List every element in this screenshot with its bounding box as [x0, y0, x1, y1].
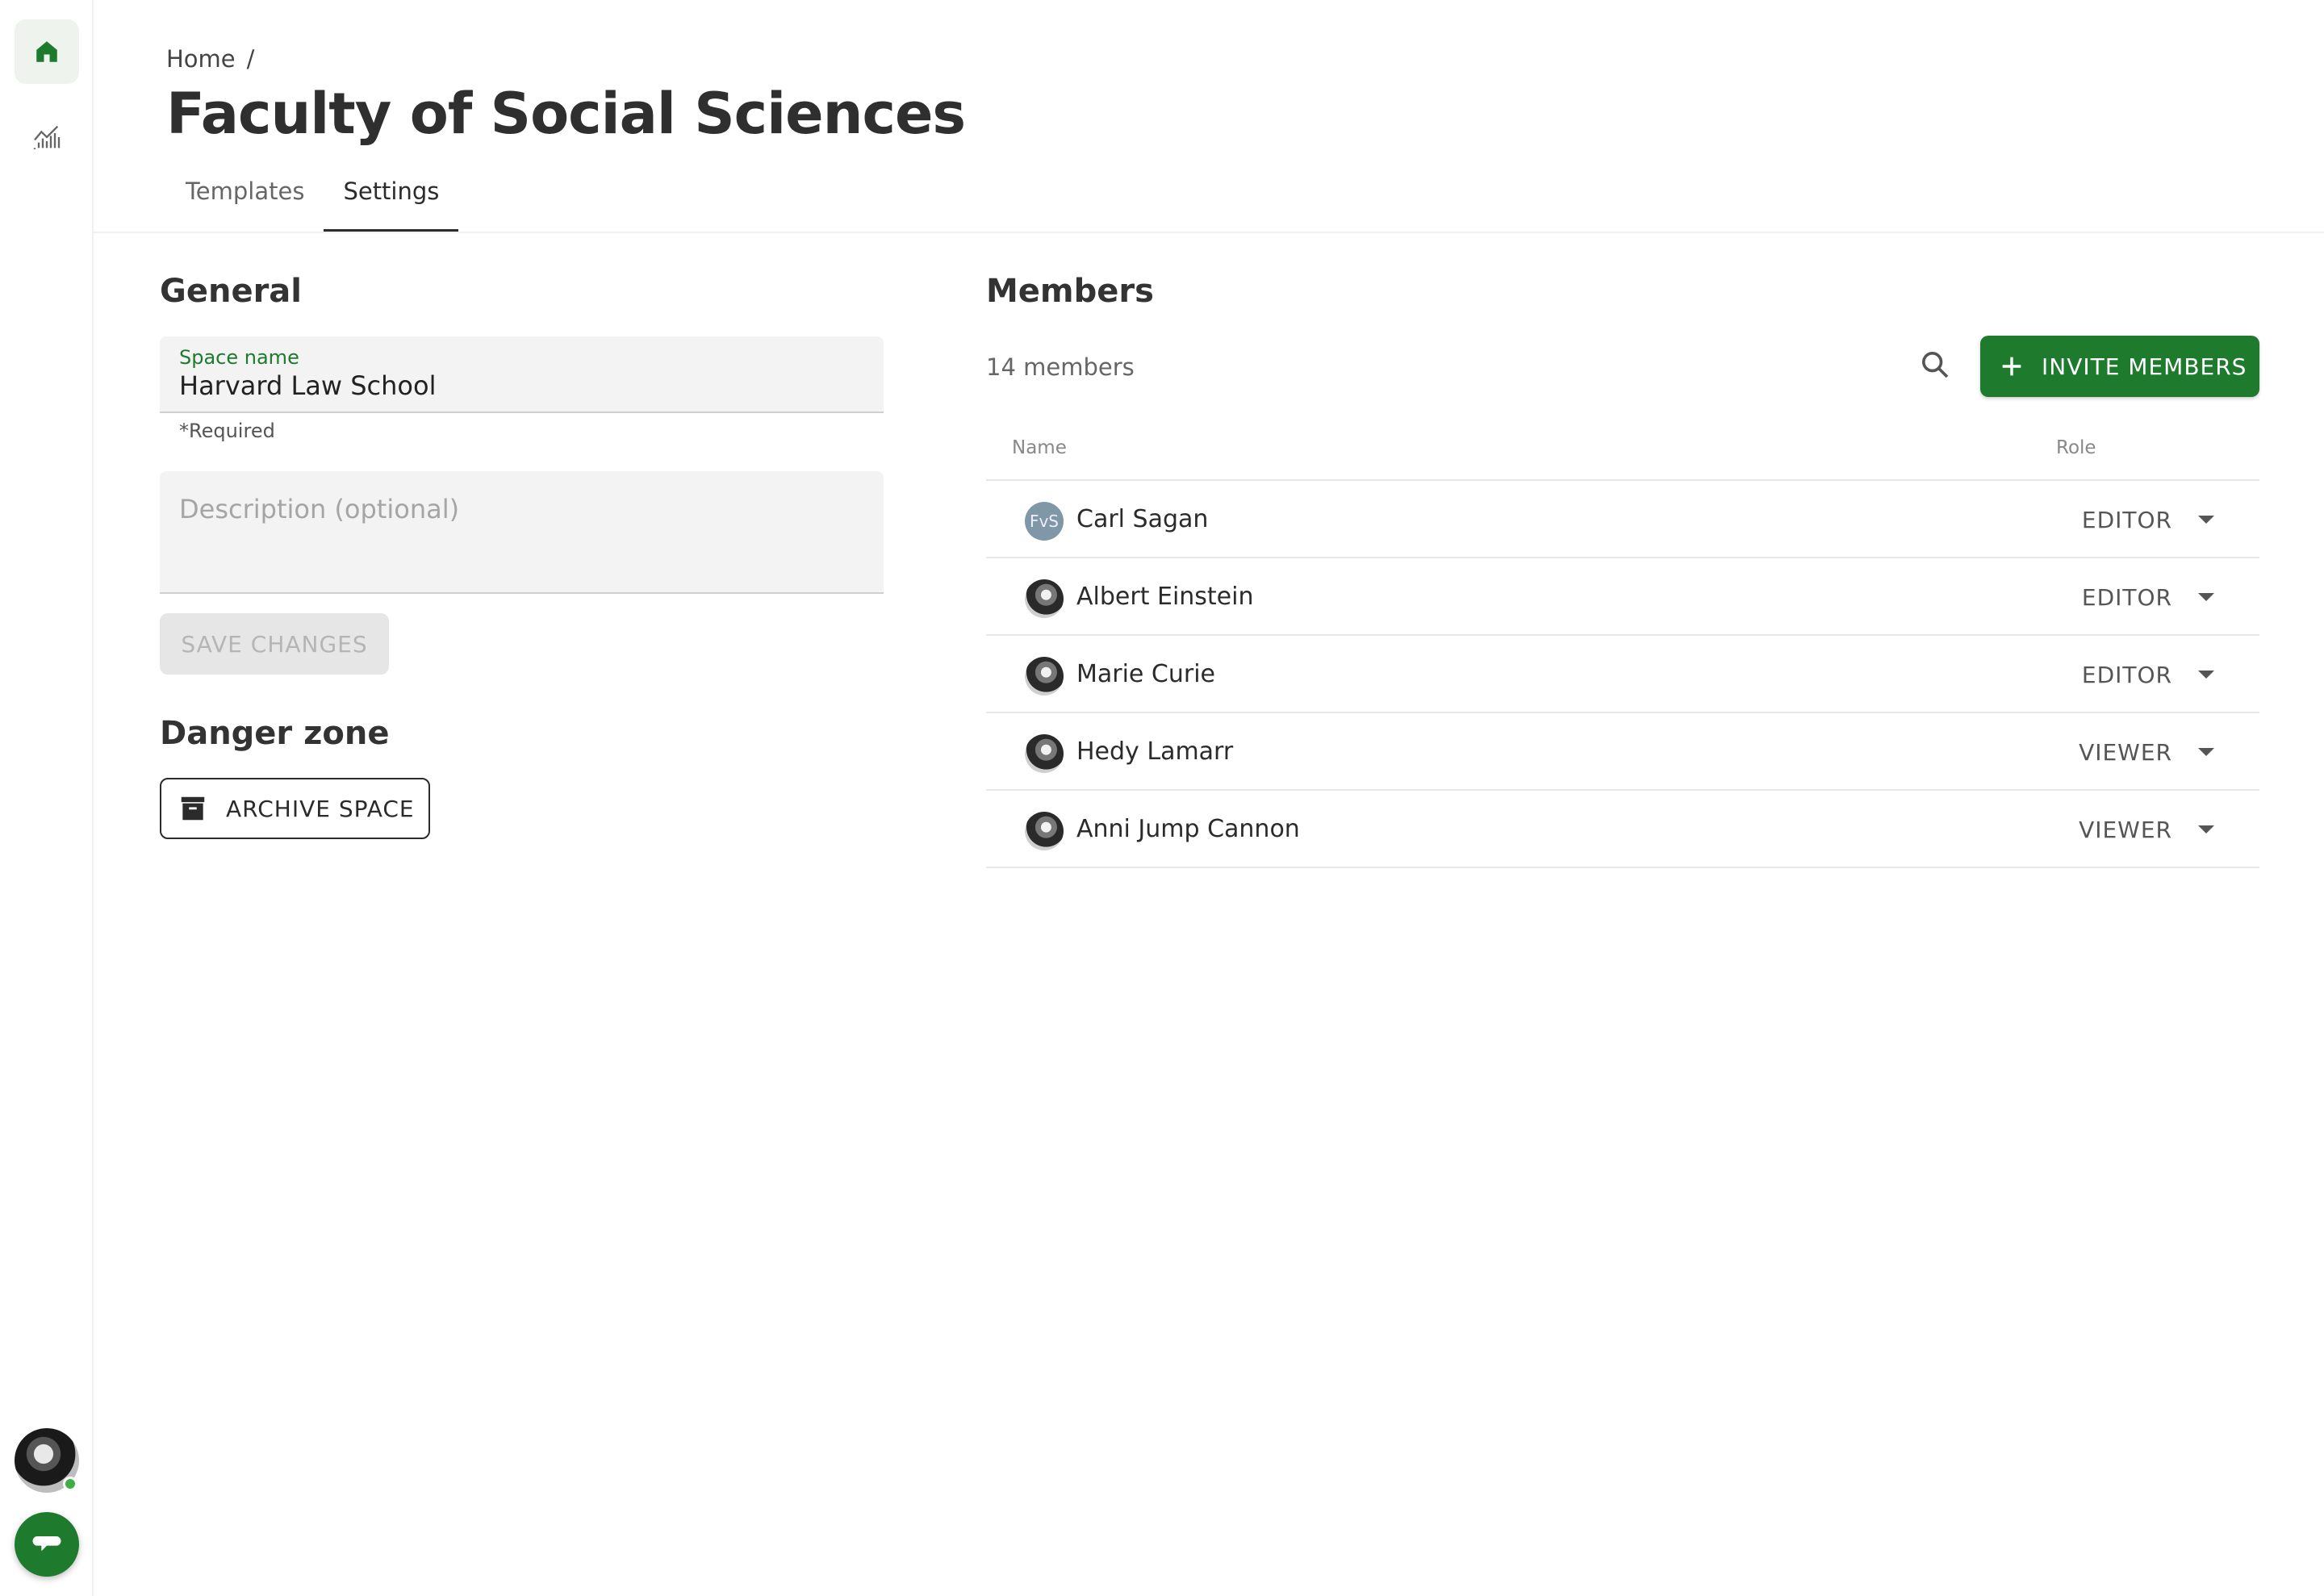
role-label: EDITOR [2081, 506, 2172, 533]
invite-members-label: INVITE MEMBERS [2042, 353, 2247, 380]
invite-members-button[interactable]: INVITE MEMBERS [1980, 336, 2259, 397]
search-icon [1922, 352, 1949, 378]
archive-icon [181, 796, 205, 821]
member-name: Carl Sagan [1076, 505, 1209, 533]
home-icon [36, 41, 57, 62]
role-dropdown[interactable]: VIEWER [2079, 731, 2214, 773]
role-dropdown[interactable]: EDITOR [2082, 499, 2214, 541]
chat-support-button[interactable] [15, 1512, 79, 1577]
chevron-down-icon [2198, 825, 2214, 834]
header-divider [94, 232, 2324, 233]
tab-templates[interactable]: Templates [166, 158, 324, 232]
members-count: 14 members [986, 353, 1135, 381]
table-row: Albert Einstein EDITOR [986, 558, 2259, 636]
column-header-name: Name [1012, 437, 1067, 458]
member-avatar [1025, 734, 1064, 773]
role-dropdown[interactable]: EDITOR [2082, 576, 2214, 618]
chevron-down-icon [2198, 516, 2214, 524]
role-dropdown[interactable]: VIEWER [2079, 808, 2214, 850]
analytics-icon [33, 125, 61, 149]
archive-space-label: ARCHIVE SPACE [226, 795, 415, 822]
member-avatar [1025, 579, 1064, 618]
space-name-input[interactable]: Harvard Law School [179, 370, 436, 401]
side-rail [0, 0, 94, 1596]
role-label: VIEWER [2079, 738, 2172, 766]
member-name: Hedy Lamarr [1076, 737, 1234, 766]
archive-space-button[interactable]: ARCHIVE SPACE [160, 778, 430, 839]
chevron-down-icon [2198, 593, 2214, 601]
role-dropdown[interactable]: EDITOR [2082, 654, 2214, 696]
save-changes-button[interactable]: SAVE CHANGES [160, 613, 389, 675]
member-name: Marie Curie [1076, 660, 1216, 688]
space-name-label: Space name [179, 346, 299, 369]
description-placeholder: Description (optional) [179, 494, 460, 524]
role-label: EDITOR [2081, 661, 2172, 688]
online-status-indicator [63, 1477, 77, 1491]
tab-settings[interactable]: Settings [324, 158, 459, 232]
member-avatar [1025, 657, 1064, 696]
space-name-field[interactable]: Space name Harvard Law School [160, 336, 884, 413]
member-avatar: FvS [1025, 502, 1064, 541]
table-row: Hedy Lamarr VIEWER [986, 713, 2259, 791]
tab-bar: Templates Settings [166, 158, 459, 232]
breadcrumb-home-link[interactable]: Home [166, 45, 236, 73]
home-nav-button[interactable] [15, 19, 79, 84]
member-avatar [1025, 812, 1064, 850]
role-label: EDITOR [2081, 583, 2172, 611]
description-field[interactable]: Description (optional) [160, 471, 884, 594]
breadcrumb: Home / [166, 45, 254, 73]
breadcrumb-separator: / [246, 45, 255, 73]
members-heading: Members [986, 273, 1154, 310]
analytics-nav-button[interactable] [15, 105, 79, 169]
chevron-down-icon [2198, 671, 2214, 679]
table-row: Marie Curie EDITOR [986, 636, 2259, 713]
table-row: FvS Carl Sagan EDITOR [986, 481, 2259, 558]
chevron-down-icon [2198, 748, 2214, 756]
general-heading: General [160, 273, 302, 310]
danger-zone-heading: Danger zone [160, 715, 390, 752]
plus-icon [2002, 357, 2021, 376]
member-name: Anni Jump Cannon [1076, 815, 1300, 843]
members-table: Name Role FvS Carl Sagan EDITOR Albert E… [986, 420, 2259, 868]
search-members-button[interactable] [1916, 345, 1954, 384]
role-label: VIEWER [2079, 816, 2172, 843]
member-name: Albert Einstein [1076, 583, 1254, 611]
required-hint: *Required [179, 420, 275, 442]
table-row: Anni Jump Cannon VIEWER [986, 791, 2259, 868]
table-header: Name Role [986, 420, 2259, 481]
page-title: Faculty of Social Sciences [166, 81, 966, 147]
chat-icon [32, 1536, 61, 1552]
user-avatar[interactable] [15, 1428, 79, 1493]
column-header-role: Role [2056, 437, 2096, 458]
